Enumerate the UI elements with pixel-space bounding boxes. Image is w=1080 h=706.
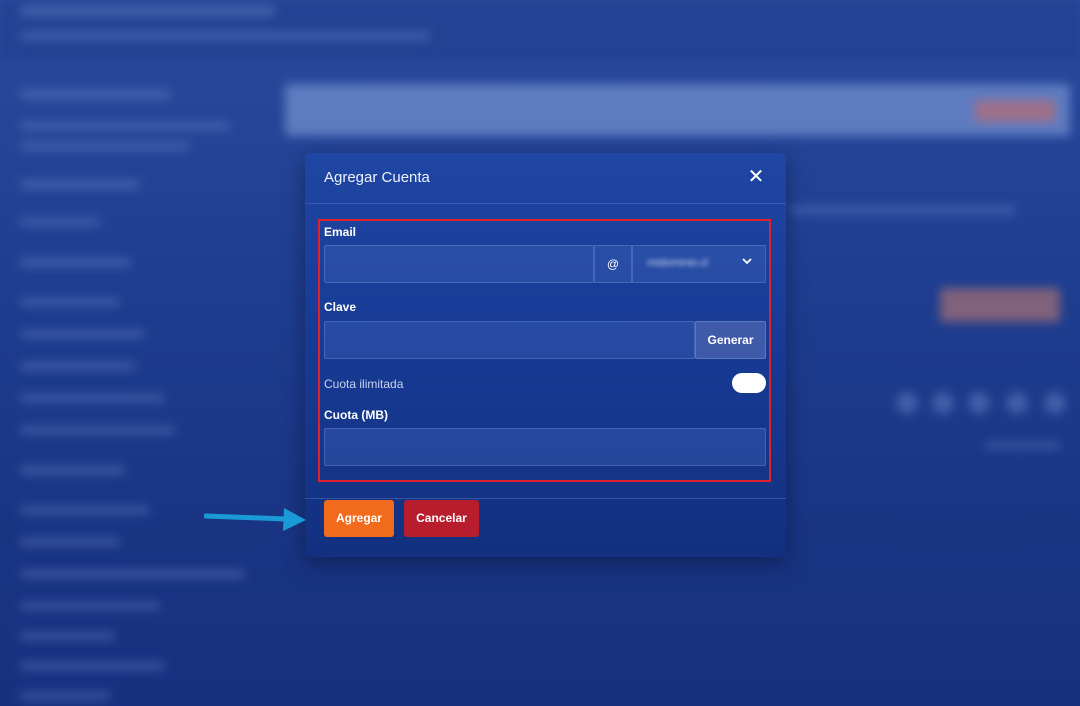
bg-text-line <box>20 90 170 99</box>
password-input[interactable] <box>324 321 695 359</box>
bg-text-line <box>20 362 135 370</box>
bg-banner-button <box>975 100 1055 122</box>
bg-text-line <box>20 180 140 189</box>
bg-text-line <box>20 330 145 338</box>
bg-text-line <box>20 6 275 16</box>
bg-text-line <box>790 206 1015 214</box>
bg-text-line <box>20 602 160 610</box>
quota-input[interactable] <box>324 428 766 466</box>
bg-text-line <box>20 122 230 130</box>
add-button[interactable]: Agregar <box>324 500 394 537</box>
bg-text-line <box>985 442 1060 449</box>
bg-text-line <box>20 692 110 700</box>
modal-title: Agregar Cuenta <box>324 169 430 186</box>
email-label: Email <box>324 225 357 239</box>
bg-text-line <box>20 570 245 578</box>
bg-text-line <box>20 662 165 670</box>
modal-header: Agregar Cuenta ✕ <box>305 153 786 204</box>
bg-icon <box>1044 392 1066 414</box>
add-account-modal: Agregar Cuenta ✕ Email @ midominio.cl Cl… <box>305 153 786 557</box>
bg-text-line <box>20 506 150 514</box>
chevron-down-icon <box>741 255 753 270</box>
bg-action-button <box>940 288 1060 322</box>
bg-icon <box>932 392 954 414</box>
bg-text-line <box>20 466 125 475</box>
quota-label: Cuota (MB) <box>324 408 388 422</box>
cancel-button[interactable]: Cancelar <box>404 500 479 537</box>
bg-text-line <box>20 394 165 402</box>
bg-text-line <box>20 632 115 640</box>
unlimited-quota-toggle[interactable] <box>732 373 766 393</box>
bg-text-line <box>20 298 120 306</box>
unlimited-quota-label: Cuota ilimitada <box>324 377 404 391</box>
bg-text-line <box>20 32 430 40</box>
bg-icon <box>896 392 918 414</box>
bg-icon <box>1006 392 1028 414</box>
generate-password-button[interactable]: Generar <box>695 321 766 359</box>
at-symbol-addon: @ <box>594 245 632 283</box>
close-icon[interactable]: ✕ <box>745 166 767 188</box>
bg-notice-banner <box>285 84 1070 136</box>
domain-selected-value: midominio.cl <box>647 257 709 269</box>
bg-text-line <box>20 218 100 226</box>
footer-divider <box>305 498 786 499</box>
arrow-annotation <box>204 508 306 531</box>
bg-text-line <box>20 538 120 546</box>
bg-icon <box>968 392 990 414</box>
email-user-input[interactable] <box>324 245 594 283</box>
bg-text-line <box>20 142 190 150</box>
domain-select[interactable]: midominio.cl <box>632 245 766 283</box>
password-label: Clave <box>324 300 357 314</box>
bg-text-line <box>20 426 175 434</box>
bg-text-line <box>20 258 130 267</box>
